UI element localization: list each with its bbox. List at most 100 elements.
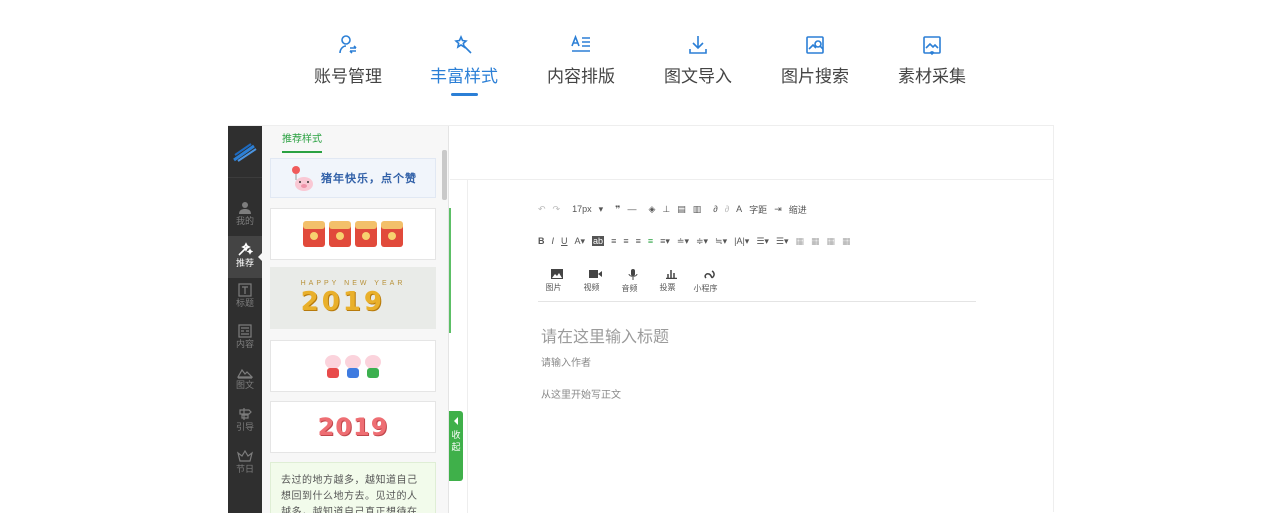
side-item-label: 引导 [235,422,254,432]
style-card-red-pigs[interactable] [270,208,436,260]
align-right-icon[interactable]: ≡ [636,236,641,246]
nav-material-collect[interactable]: 素材采集 [882,34,982,87]
side-item-content[interactable]: 内容 [228,319,262,361]
letter-spacing-icon[interactable]: A [736,204,742,214]
side-item-mine[interactable]: 我的 [228,196,262,238]
indent-icon[interactable]: ⇥ [774,204,782,215]
align-left-icon[interactable]: ≡ [611,236,616,246]
style-card-pig-banner[interactable]: 猪年快乐，点个赞 [270,158,436,198]
nav-rich-styles[interactable]: 丰富样式 [414,34,514,87]
template-icon[interactable]: ▤ [677,204,686,215]
collapse-label: 起 [451,442,461,452]
toolbar-divider [538,301,976,302]
quote-text: 去过的地方越多，越知道自己想回到什么地方去。见过的人越多，越知道自己真正想待在 [281,475,418,513]
side-item-label: 我的 [235,216,254,226]
top-nav: 账号管理 丰富样式 内容排版 图文导入 图片搜索 素材采集 [0,0,1280,110]
format-brush-icon[interactable]: ◈ [648,204,655,215]
style-panel: 推荐样式 猪年快乐，点个赞 HAPPY NEW YEAR 2019 2019 去… [262,126,449,513]
nav-label: 内容排版 [547,67,615,86]
nav-label: 丰富样式 [430,67,498,86]
red-year-text: 2019 [317,413,389,441]
signpost-icon [239,408,252,420]
insert-label: 音频 [621,283,638,293]
typeset-icon [571,34,590,52]
body-input[interactable]: 从这里开始写正文 [541,386,621,401]
redo-icon[interactable]: ↷ [553,204,561,215]
insert-image-button[interactable]: 图片 [538,269,576,293]
style-card-gold-2019[interactable]: HAPPY NEW YEAR 2019 [270,267,436,329]
image-text-icon [237,368,253,379]
paragraph-format-icon[interactable]: ≡▾ [660,236,670,247]
indent-label[interactable]: 缩进 [789,203,807,216]
document-icon[interactable]: ▥ [693,204,702,215]
table-icon-4[interactable]: ▦ [842,236,851,247]
highlight-icon[interactable]: ab [592,236,605,246]
insert-label: 小程序 [693,283,718,293]
nav-label: 图文导入 [664,67,732,86]
unlink-icon[interactable]: ∂ [725,204,729,214]
side-item-label: 内容 [235,339,254,349]
pig-balloon-icon [292,166,313,191]
side-item-image-text[interactable]: 图文 [228,360,262,402]
author-input[interactable]: 请输入作者 [541,354,591,369]
toolbar-row-1: ↶ ↷ 17px ▾ ❞ — ◈ ⊥ ▤ ▥ ∂ ∂ A 字距 ⇥ 缩进 [538,200,814,218]
link-icon[interactable]: ∂ [713,204,717,214]
blockquote-icon[interactable]: ❞ [615,204,620,215]
font-size-dropdown-icon[interactable]: ▾ [599,204,604,215]
side-item-label: 节日 [235,464,254,474]
table-icon-3[interactable]: ▦ [827,236,836,247]
active-tab-indicator [451,93,478,96]
style-card-text-quote[interactable]: 去过的地方越多，越知道自己想回到什么地方去。见过的人越多，越知道自己真正想待在 [270,462,436,513]
red-envelope-pigs-image [303,221,403,247]
clear-format-icon[interactable]: ⊥ [662,204,670,215]
insert-video-button[interactable]: 视频 [576,269,614,293]
miniprogram-icon [703,269,715,279]
image-icon [551,269,563,279]
three-pigs-image [325,355,381,378]
align-justify-icon[interactable]: ≡ [648,236,653,246]
toolbar-row-2: B I U A▾ ab ≡ ≡ ≡ ≡ ≡▾ ≐▾ ≑▾ ≒▾ |A|▾ ☰▾ … [538,232,858,250]
nav-account-manage[interactable]: 账号管理 [298,34,398,87]
insert-vote-button[interactable]: 投票 [652,269,690,293]
word-spacing-icon[interactable]: |A|▾ [734,236,749,247]
microphone-icon [628,268,638,280]
wand-icon [238,242,253,256]
horizontal-rule-icon[interactable]: — [627,204,636,214]
nav-label: 图片搜索 [781,67,849,86]
spacing-before-icon[interactable]: ≑▾ [696,236,708,247]
insert-audio-button[interactable]: 音频 [614,268,652,294]
font-size-select[interactable]: 17px [572,204,592,214]
side-item-title[interactable]: 标题 [228,278,262,320]
nav-image-search[interactable]: 图片搜索 [765,34,865,87]
collapse-panel-button[interactable]: 收 起 [449,411,463,481]
undo-icon[interactable]: ↶ [538,204,546,215]
spacing-after-icon[interactable]: ≒▾ [715,236,727,247]
image-search-icon [806,36,824,54]
insert-label: 视频 [583,283,600,292]
style-card-pig-trio[interactable] [270,340,436,392]
side-item-festival[interactable]: 节日 [228,444,262,486]
ordered-list-icon[interactable]: ☰▾ [756,236,769,247]
table-icon-2[interactable]: ▦ [811,236,820,247]
unordered-list-icon[interactable]: ☰▾ [776,236,789,247]
insert-label: 投票 [659,283,676,292]
style-card-red-2019[interactable]: 2019 [270,401,436,453]
side-item-label: 图文 [235,380,254,390]
panel-scrollbar[interactable] [442,150,447,200]
italic-icon[interactable]: I [552,236,555,246]
video-icon [588,270,602,278]
underline-icon[interactable]: U [561,236,568,246]
tab-recommended-styles[interactable]: 推荐样式 [282,130,322,153]
side-item-guide[interactable]: 引导 [228,402,262,444]
letter-spacing-label[interactable]: 字距 [749,203,767,216]
side-item-recommend[interactable]: 推荐 [228,236,263,278]
title-input[interactable]: 请在这里输入标题 [541,323,669,347]
table-icon-1[interactable]: ▦ [796,236,805,247]
align-center-icon[interactable]: ≡ [623,236,628,246]
font-color-icon[interactable]: A▾ [575,236,586,247]
insert-miniprogram-button[interactable]: 小程序 [690,269,728,294]
line-height-icon[interactable]: ≐▾ [677,236,689,247]
nav-typeset[interactable]: 内容排版 [531,34,631,87]
bold-icon[interactable]: B [538,236,545,246]
nav-import[interactable]: 图文导入 [648,34,748,87]
